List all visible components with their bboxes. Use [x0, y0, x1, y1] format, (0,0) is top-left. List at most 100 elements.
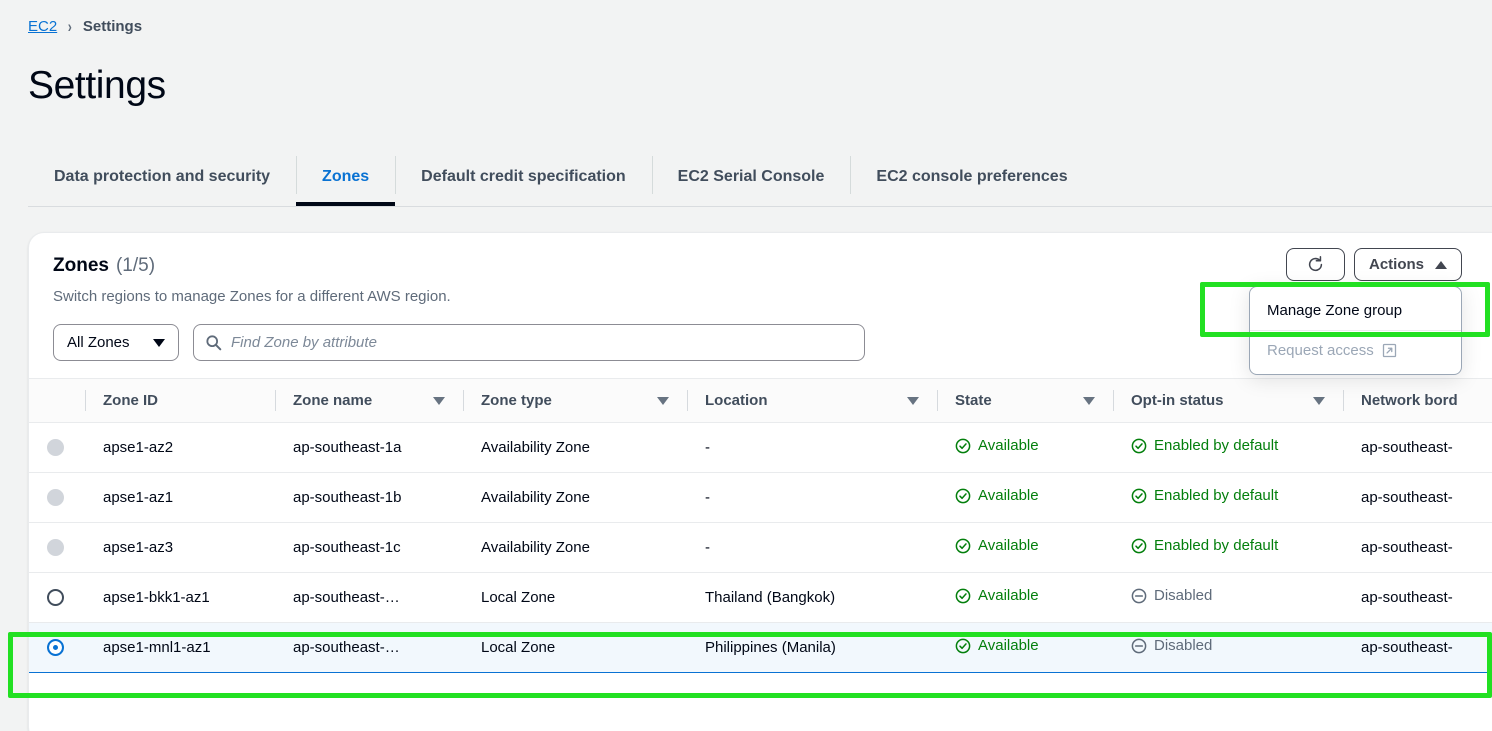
status-label: Available: [978, 487, 1039, 505]
cell-location: Thailand (Bangkok): [687, 572, 937, 623]
minus-circle-icon: [1131, 638, 1147, 654]
zones-table: Zone ID Zone name Zone type Location Sta…: [29, 378, 1492, 673]
cell-network-border-group: ap-southeast-: [1343, 522, 1492, 573]
status-badge: Available: [955, 637, 1039, 654]
sort-descending-icon[interactable]: [433, 396, 445, 405]
cell-location: Philippines (Manila): [687, 622, 937, 673]
column-header-zone-name[interactable]: Zone name: [275, 378, 463, 423]
settings-tab-list: Data protection and security Zones Defau…: [28, 148, 1094, 206]
cell-zone-id: apse1-mnl1-az1: [85, 622, 275, 673]
menu-item-request-access: Request access: [1250, 331, 1461, 370]
cell-zone-name: ap-southeast-1a: [275, 422, 463, 473]
breadcrumb-link-ec2[interactable]: EC2: [28, 18, 57, 35]
status-label: Disabled: [1154, 637, 1213, 655]
cell-zone-type: Local Zone: [463, 622, 687, 673]
zones-count: (1/5): [115, 255, 156, 276]
status-label: Available: [978, 437, 1039, 455]
sort-descending-icon[interactable]: [1313, 396, 1325, 405]
tab-ec2-console-preferences[interactable]: EC2 console preferences: [850, 148, 1093, 206]
zone-type-filter-select[interactable]: All Zones: [53, 324, 179, 361]
cell-zone-type: Availability Zone: [463, 422, 687, 473]
sort-descending-icon[interactable]: [657, 396, 669, 405]
tab-ec2-serial-console[interactable]: EC2 Serial Console: [651, 148, 851, 206]
table-row[interactable]: apse1-az1 ap-southeast-1b Availability Zon…: [29, 472, 1492, 523]
refresh-button[interactable]: [1285, 248, 1345, 281]
status-badge: Available: [955, 487, 1039, 504]
column-header-label: Zone name: [293, 392, 373, 409]
column-header-network-border-group[interactable]: Network bord: [1343, 378, 1492, 423]
cell-zone-type: Availability Zone: [463, 472, 687, 523]
column-header-label: Zone ID: [103, 392, 158, 409]
check-circle-icon: [1131, 488, 1147, 504]
cell-zone-name: ap-southeast-1c: [275, 522, 463, 573]
tab-data-protection-and-security[interactable]: Data protection and security: [28, 148, 296, 206]
column-header-label: Zone type: [481, 392, 552, 409]
chevron-up-icon: [1435, 260, 1447, 269]
row-select-cell[interactable]: [29, 622, 85, 673]
status-badge: Disabled: [1131, 637, 1212, 654]
table-row[interactable]: apse1-mnl1-az1 ap-southeast-… Local Zone Ph…: [29, 622, 1492, 673]
row-select-cell[interactable]: [29, 422, 85, 473]
table-row[interactable]: apse1-az3 ap-southeast-1c Availability Zon…: [29, 522, 1492, 573]
status-label: Enabled by default: [1154, 437, 1279, 455]
column-header-location[interactable]: Location: [687, 378, 937, 423]
column-header-label: Network bord: [1361, 392, 1458, 409]
status-badge: Available: [955, 587, 1039, 604]
column-header-zone-id[interactable]: Zone ID: [85, 378, 275, 423]
row-radio[interactable]: [47, 589, 64, 606]
settings-page: EC2 › Settings Settings Data protection …: [0, 0, 1492, 731]
column-header-opt-in-status[interactable]: Opt-in status: [1113, 378, 1343, 423]
row-radio-selected[interactable]: [47, 639, 64, 656]
cell-state: Available: [937, 472, 1113, 523]
row-radio-disabled: [47, 489, 64, 506]
cell-opt-in-status: Disabled: [1113, 622, 1343, 673]
check-circle-icon: [1131, 438, 1147, 454]
column-header-label: State: [955, 392, 992, 409]
chevron-down-icon: [153, 338, 165, 347]
table-row[interactable]: apse1-bkk1-az1 ap-southeast-… Local Zone Th…: [29, 572, 1492, 623]
row-select-cell[interactable]: [29, 472, 85, 523]
actions-button[interactable]: Actions: [1353, 248, 1462, 281]
cell-zone-type: Local Zone: [463, 572, 687, 623]
row-radio-disabled: [47, 439, 64, 456]
check-circle-icon: [955, 638, 971, 654]
cell-location: -: [687, 422, 937, 473]
sort-descending-icon[interactable]: [907, 396, 919, 405]
row-select-cell[interactable]: [29, 572, 85, 623]
zone-type-filter-value: All Zones: [67, 334, 130, 351]
row-select-cell[interactable]: [29, 522, 85, 573]
cell-opt-in-status: Enabled by default: [1113, 472, 1343, 523]
status-label: Available: [978, 587, 1039, 605]
breadcrumb-current-settings: Settings: [82, 18, 143, 35]
check-circle-icon: [955, 438, 971, 454]
status-label: Disabled: [1154, 587, 1213, 605]
cell-network-border-group: ap-southeast-: [1343, 472, 1492, 523]
cell-zone-name: ap-southeast-1b: [275, 472, 463, 523]
cell-location: -: [687, 522, 937, 573]
tab-zones[interactable]: Zones: [296, 148, 396, 206]
status-label: Available: [978, 537, 1039, 555]
external-link-icon: [1382, 343, 1396, 358]
cell-zone-id: apse1-az3: [85, 522, 275, 573]
table-row[interactable]: apse1-az2 ap-southeast-1a Availability Zon…: [29, 422, 1492, 473]
tab-default-credit-specification[interactable]: Default credit specification: [395, 148, 652, 206]
select-all-header: [29, 378, 85, 423]
status-label: Enabled by default: [1154, 537, 1279, 555]
menu-item-manage-zone-group[interactable]: Manage Zone group: [1250, 291, 1461, 330]
status-badge: Enabled by default: [1131, 437, 1278, 454]
status-label: Available: [978, 637, 1039, 655]
column-header-state[interactable]: State: [937, 378, 1113, 423]
column-header-zone-type[interactable]: Zone type: [463, 378, 687, 423]
cell-zone-type: Availability Zone: [463, 522, 687, 573]
zones-panel-actions: Actions: [1285, 248, 1462, 281]
status-badge: Enabled by default: [1131, 537, 1278, 554]
column-header-label: Location: [705, 392, 768, 409]
status-badge: Disabled: [1131, 587, 1212, 604]
search-input[interactable]: Find Zone by attribute: [193, 324, 865, 361]
column-header-label: Opt-in status: [1131, 392, 1224, 409]
cell-opt-in-status: Enabled by default: [1113, 422, 1343, 473]
sort-descending-icon[interactable]: [1083, 396, 1095, 405]
zones-table-header-row: Zone ID Zone name Zone type Location Sta…: [29, 378, 1492, 423]
search-placeholder: Find Zone by attribute: [231, 334, 377, 351]
page-title: Settings: [28, 64, 166, 107]
